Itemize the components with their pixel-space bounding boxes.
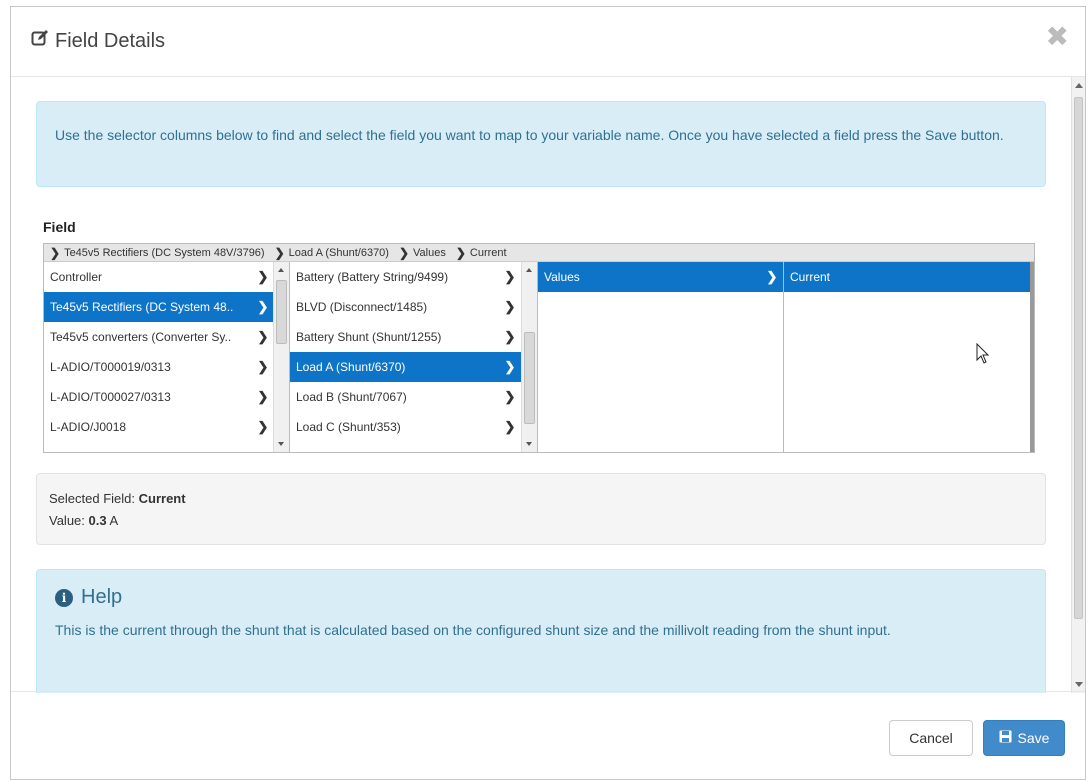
chevron-right-icon: ❯ [504,299,516,314]
chevron-right-icon: ❯ [504,419,516,434]
column-scrollbar[interactable] [273,262,289,452]
chevron-right-icon: ❯ [504,359,516,374]
scroll-up-icon[interactable] [1075,83,1083,88]
help-text: This is the current through the shunt th… [55,622,891,638]
breadcrumb-item[interactable]: ❯ Current [456,246,507,260]
scrollbar-thumb[interactable] [524,332,535,424]
edit-icon [31,29,49,53]
field-label: Field [43,219,76,235]
close-icon[interactable]: ✖ [1046,23,1069,51]
dialog-header: Field Details ✖ [11,7,1085,77]
mouse-cursor-icon [976,342,990,370]
dialog-scrollbar[interactable] [1071,77,1085,693]
list-item[interactable]: Te45v5 converters (Converter Sy.. ❯ [44,322,274,352]
selected-field-value: Current [138,491,186,506]
field-details-dialog: Field Details ✖ Use the selector columns… [10,6,1086,780]
help-title: i Help [55,586,1027,609]
dialog-title-text: Field Details [55,29,166,52]
chevron-right-icon: ❯ [257,299,269,314]
selector-column-groups: Values ❯ [538,262,784,452]
dialog-title: Field Details [31,29,165,53]
chevron-right-icon: ❯ [257,419,269,434]
scroll-down-icon[interactable] [526,442,532,446]
list-item[interactable]: BLVD (Disconnect/1485) ❯ [290,292,521,322]
scrollbar-thumb[interactable] [1074,97,1083,619]
column-divider [1030,262,1034,452]
chevron-right-icon: ❯ [257,389,269,404]
chevron-right-icon: ❯ [504,329,516,344]
chevron-right-icon: ❯ [504,389,516,404]
cancel-button[interactable]: Cancel [889,720,973,756]
chevron-right-icon: ❯ [398,245,410,260]
chevron-right-icon: ❯ [504,269,516,284]
breadcrumb: ❯ Te45v5 Rectifiers (DC System 48V/3796) … [44,244,1034,262]
list-item[interactable]: L-ADIO/T000019/0313 ❯ [44,352,274,382]
chevron-right-icon: ❯ [257,269,269,284]
info-circle-icon: i [55,588,73,607]
list-item[interactable]: Battery (Battery String/9499) ❯ [290,262,521,292]
chevron-right-icon: ❯ [455,245,466,260]
chevron-right-icon: ❯ [766,269,778,284]
instructions-text: Use the selector columns below to find a… [55,127,1004,143]
list-item[interactable]: Load A (Shunt/6370) ❯ [290,352,521,382]
breadcrumb-item[interactable]: ❯ Te45v5 Rectifiers (DC System 48V/3796) [50,246,265,260]
scroll-up-icon[interactable] [278,268,284,272]
list-item[interactable]: Load B (Shunt/7067) ❯ [290,382,521,412]
chevron-right-icon: ❯ [257,359,269,374]
selected-value-number: 0.3 [88,513,107,528]
selector-column-components: Battery (Battery String/9499) ❯ BLVD (Dis… [290,262,538,452]
dialog-footer: Cancel Save [11,691,1085,779]
list-item[interactable]: Current [784,262,1030,292]
selected-field-panel: Selected Field: Current Value: 0.3 A [36,473,1046,545]
scroll-down-icon[interactable] [278,442,284,446]
instructions-alert: Use the selector columns below to find a… [36,101,1046,187]
save-button[interactable]: Save [983,720,1065,756]
breadcrumb-item[interactable]: ❯ Load A (Shunt/6370) [275,246,389,260]
list-item[interactable]: L-ADIO/T000027/0313 ❯ [44,382,274,412]
selected-field-line: Selected Field: Current [49,491,186,506]
list-item[interactable]: L-ADIO/J0018 ❯ [44,412,274,442]
scroll-up-icon[interactable] [526,268,532,272]
selected-value-line: Value: 0.3 A [49,513,119,528]
chevron-right-icon: ❯ [50,245,61,260]
list-item[interactable]: Values ❯ [538,262,783,292]
list-item[interactable]: Battery Shunt (Shunt/1255) ❯ [290,322,521,352]
dialog-body: Use the selector columns below to find a… [11,77,1071,693]
field-selector: ❯ Te45v5 Rectifiers (DC System 48V/3796) … [43,243,1035,453]
chevron-right-icon: ❯ [274,245,285,260]
breadcrumb-item[interactable]: ❯ Values [399,246,446,260]
list-item[interactable]: Load C (Shunt/353) ❯ [290,412,521,442]
scrollbar-thumb[interactable] [276,280,287,344]
column-scrollbar[interactable] [521,262,537,452]
chevron-right-icon: ❯ [257,329,269,344]
help-panel: i Help This is the current through the s… [36,569,1046,693]
selector-column-fields: Current [784,262,1034,452]
save-icon [999,730,1012,746]
selector-column-devices: Controller ❯ Te45v5 Rectifiers (DC System… [44,262,290,452]
scroll-down-icon[interactable] [1075,682,1083,687]
list-item[interactable]: Te45v5 Rectifiers (DC System 48.. ❯ [44,292,274,322]
list-item[interactable]: Controller ❯ [44,262,274,292]
